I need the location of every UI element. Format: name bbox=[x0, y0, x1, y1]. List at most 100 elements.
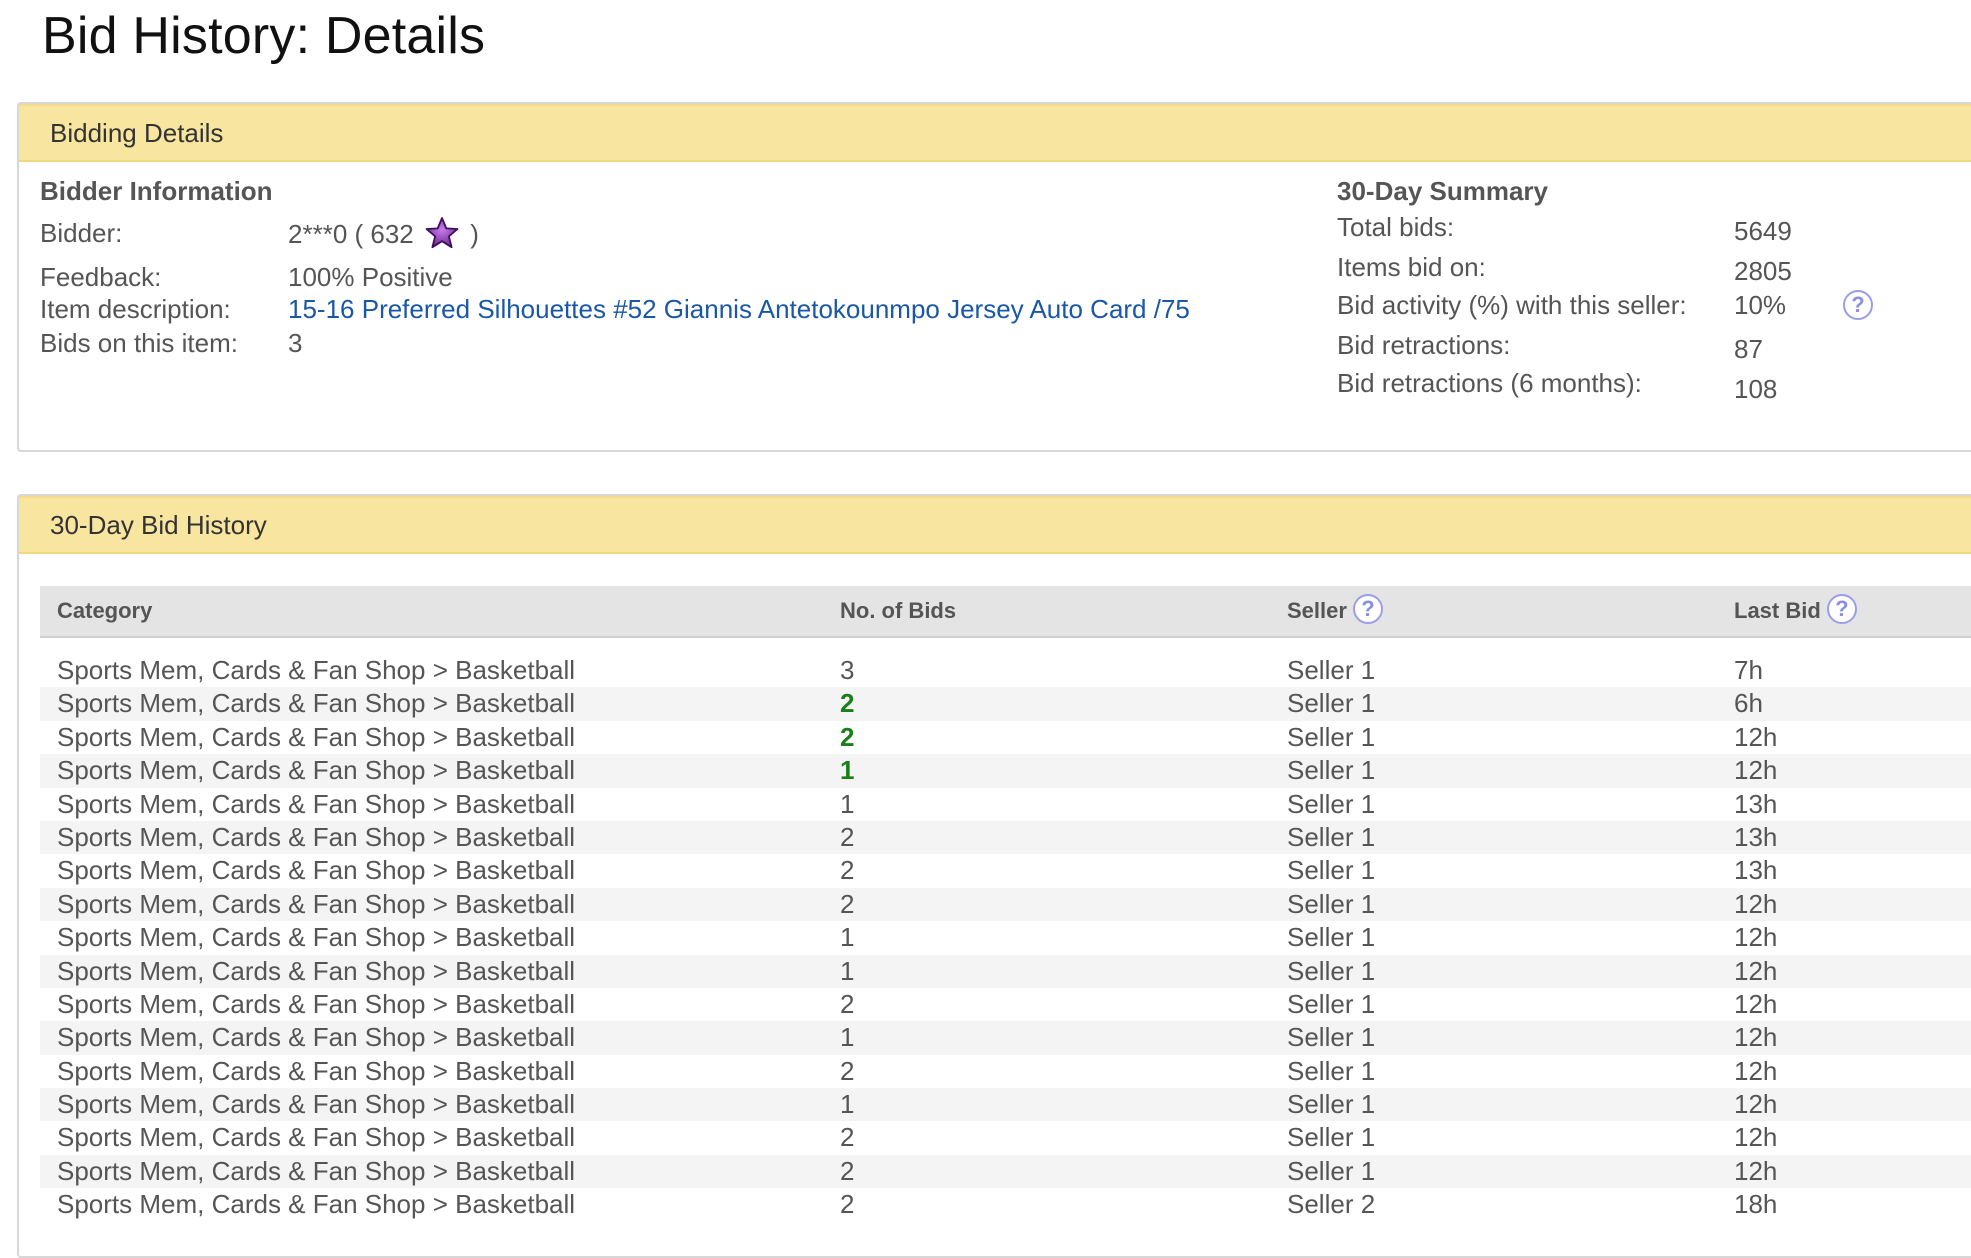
seller-cell: Seller 1 bbox=[1287, 855, 1376, 886]
bids-cell: 1 bbox=[840, 1089, 855, 1120]
column-header-last-bid-label: Last Bid bbox=[1734, 598, 1821, 623]
seller-cell: Seller 1 bbox=[1287, 721, 1376, 752]
column-header-category-label: Category bbox=[57, 598, 153, 623]
last-bid-cell: 13h bbox=[1734, 855, 1778, 886]
bids-cell: 1 bbox=[840, 922, 855, 953]
table-row: Sports Mem, Cards & Fan Shop > Basketbal… bbox=[40, 788, 1971, 821]
category-cell: Sports Mem, Cards & Fan Shop > Basketbal… bbox=[57, 1155, 576, 1186]
last-bid-cell: 12h bbox=[1734, 1155, 1778, 1186]
category-cell: Sports Mem, Cards & Fan Shop > Basketbal… bbox=[57, 1122, 576, 1153]
last-bid-cell: 12h bbox=[1734, 1022, 1778, 1053]
last-bid-cell: 12h bbox=[1734, 755, 1778, 786]
last-bid-cell: 12h bbox=[1734, 1122, 1778, 1153]
category-cell: Sports Mem, Cards & Fan Shop > Basketbal… bbox=[57, 688, 576, 719]
seller-cell: Seller 1 bbox=[1287, 1055, 1376, 1086]
seller-cell: Seller 1 bbox=[1287, 1022, 1376, 1053]
bids-on-item-value: 3 bbox=[288, 328, 303, 358]
category-cell: Sports Mem, Cards & Fan Shop > Basketbal… bbox=[57, 855, 576, 886]
seller-help-icon[interactable]: ? bbox=[1352, 594, 1383, 624]
last-bid-cell: 12h bbox=[1734, 955, 1778, 986]
bids-cell: 2 bbox=[840, 855, 855, 886]
bids-cell: 2 bbox=[840, 888, 855, 919]
last-bid-cell: 18h bbox=[1734, 1189, 1778, 1220]
item-description-link[interactable]: 15-16 Preferred Silhouettes #52 Giannis … bbox=[288, 294, 1190, 324]
category-cell: Sports Mem, Cards & Fan Shop > Basketbal… bbox=[57, 1189, 576, 1220]
bids-cell: 2 bbox=[840, 1155, 855, 1186]
bids-cell: 1 bbox=[840, 1022, 855, 1053]
page-title: Bid History: Details bbox=[42, 7, 486, 65]
items-bid-label: Items bid on: bbox=[1337, 252, 1486, 282]
bids-cell: 1 bbox=[840, 955, 855, 986]
column-header-category[interactable]: Category bbox=[57, 586, 152, 636]
feedback-label: Feedback: bbox=[40, 262, 162, 292]
bidding-details-header: Bidding Details bbox=[19, 104, 1971, 162]
bids-cell: 1 bbox=[840, 788, 855, 819]
bid-retractions-value: 87 bbox=[1734, 334, 1763, 364]
table-header: Category No. of Bids Seller ? Last Bid ? bbox=[40, 586, 1971, 638]
bidder-label: Bidder: bbox=[40, 218, 123, 248]
seller-cell: Seller 1 bbox=[1287, 1122, 1376, 1153]
bids-cell: 2 bbox=[840, 988, 855, 1019]
bid-retractions-6mo-value: 108 bbox=[1734, 374, 1778, 404]
category-cell: Sports Mem, Cards & Fan Shop > Basketbal… bbox=[57, 888, 576, 919]
bid-retractions-label: Bid retractions: bbox=[1337, 330, 1511, 360]
category-cell: Sports Mem, Cards & Fan Shop > Basketbal… bbox=[57, 1022, 576, 1053]
table-row: Sports Mem, Cards & Fan Shop > Basketbal… bbox=[40, 1121, 1971, 1154]
last-bid-cell: 13h bbox=[1734, 788, 1778, 819]
column-header-seller-label: Seller bbox=[1287, 598, 1347, 623]
bid-history-table: Category No. of Bids Seller ? Last Bid ?… bbox=[40, 586, 1971, 1219]
last-bid-cell: 12h bbox=[1734, 888, 1778, 919]
last-bid-cell: 12h bbox=[1734, 922, 1778, 953]
bidder-id-score: 2***0 ( 632 bbox=[288, 219, 414, 249]
bidding-details-title: Bidding Details bbox=[50, 117, 224, 148]
category-cell: Sports Mem, Cards & Fan Shop > Basketbal… bbox=[57, 655, 576, 685]
last-bid-cell: 7h bbox=[1734, 655, 1763, 685]
bids-cell: 2 bbox=[840, 1122, 855, 1153]
last-bid-cell: 12h bbox=[1734, 988, 1778, 1019]
last-bid-cell: 12h bbox=[1734, 721, 1778, 752]
category-cell: Sports Mem, Cards & Fan Shop > Basketbal… bbox=[57, 821, 576, 852]
category-cell: Sports Mem, Cards & Fan Shop > Basketbal… bbox=[57, 1089, 576, 1120]
bid-retractions-6mo-label: Bid retractions (6 months): bbox=[1337, 368, 1642, 398]
last-bid-cell: 12h bbox=[1734, 1089, 1778, 1120]
table-row: Sports Mem, Cards & Fan Shop > Basketbal… bbox=[40, 1055, 1971, 1088]
seller-cell: Seller 1 bbox=[1287, 755, 1376, 786]
seller-cell: Seller 2 bbox=[1287, 1189, 1376, 1220]
bid-history-header: 30-Day Bid History bbox=[19, 496, 1971, 554]
column-header-seller[interactable]: Seller ? bbox=[1287, 586, 1383, 636]
table-row: Sports Mem, Cards & Fan Shop > Basketbal… bbox=[40, 954, 1971, 988]
bids-cell: 3 bbox=[840, 655, 855, 685]
last-bid-cell: 6h bbox=[1734, 688, 1763, 719]
seller-cell: Seller 1 bbox=[1287, 955, 1376, 986]
table-row: Sports Mem, Cards & Fan Shop > Basketbal… bbox=[40, 988, 1971, 1021]
bids-cell: 2 bbox=[840, 1055, 855, 1086]
item-description-label: Item description: bbox=[40, 294, 231, 324]
bids-cell: 2 bbox=[840, 1189, 855, 1220]
table-body: Sports Mem, Cards & Fan Shop > Basketbal… bbox=[40, 654, 1971, 1222]
seller-cell: Seller 1 bbox=[1287, 988, 1376, 1019]
seller-cell: Seller 1 bbox=[1287, 788, 1376, 819]
column-header-last-bid[interactable]: Last Bid ? bbox=[1734, 586, 1857, 636]
bids-cell: 1 bbox=[840, 755, 855, 786]
bids-cell: 2 bbox=[840, 688, 855, 719]
table-row: Sports Mem, Cards & Fan Shop > Basketbal… bbox=[40, 1154, 1971, 1189]
seller-cell: Seller 1 bbox=[1287, 688, 1376, 719]
table-row: Sports Mem, Cards & Fan Shop > Basketbal… bbox=[40, 754, 1971, 788]
column-header-bids-label: No. of Bids bbox=[840, 598, 957, 623]
column-header-bids[interactable]: No. of Bids bbox=[840, 586, 956, 636]
table-row: Sports Mem, Cards & Fan Shop > Basketbal… bbox=[40, 1021, 1971, 1055]
items-bid-value: 2805 bbox=[1734, 256, 1792, 286]
bids-cell: 2 bbox=[840, 721, 855, 752]
bid-activity-label: Bid activity (%) with this seller: bbox=[1337, 290, 1687, 320]
category-cell: Sports Mem, Cards & Fan Shop > Basketbal… bbox=[57, 988, 576, 1019]
seller-cell: Seller 1 bbox=[1287, 1155, 1376, 1186]
bid-activity-help-icon[interactable]: ? bbox=[1843, 290, 1873, 320]
seller-cell: Seller 1 bbox=[1287, 821, 1376, 852]
last-bid-help-icon[interactable]: ? bbox=[1826, 594, 1857, 624]
item-description-value: 15-16 Preferred Silhouettes #52 Giannis … bbox=[288, 294, 1190, 325]
category-cell: Sports Mem, Cards & Fan Shop > Basketbal… bbox=[57, 755, 576, 786]
table-row: Sports Mem, Cards & Fan Shop > Basketbal… bbox=[40, 721, 1971, 754]
category-cell: Sports Mem, Cards & Fan Shop > Basketbal… bbox=[57, 955, 576, 986]
bids-cell: 2 bbox=[840, 821, 855, 852]
table-row: Sports Mem, Cards & Fan Shop > Basketbal… bbox=[40, 1088, 1971, 1122]
